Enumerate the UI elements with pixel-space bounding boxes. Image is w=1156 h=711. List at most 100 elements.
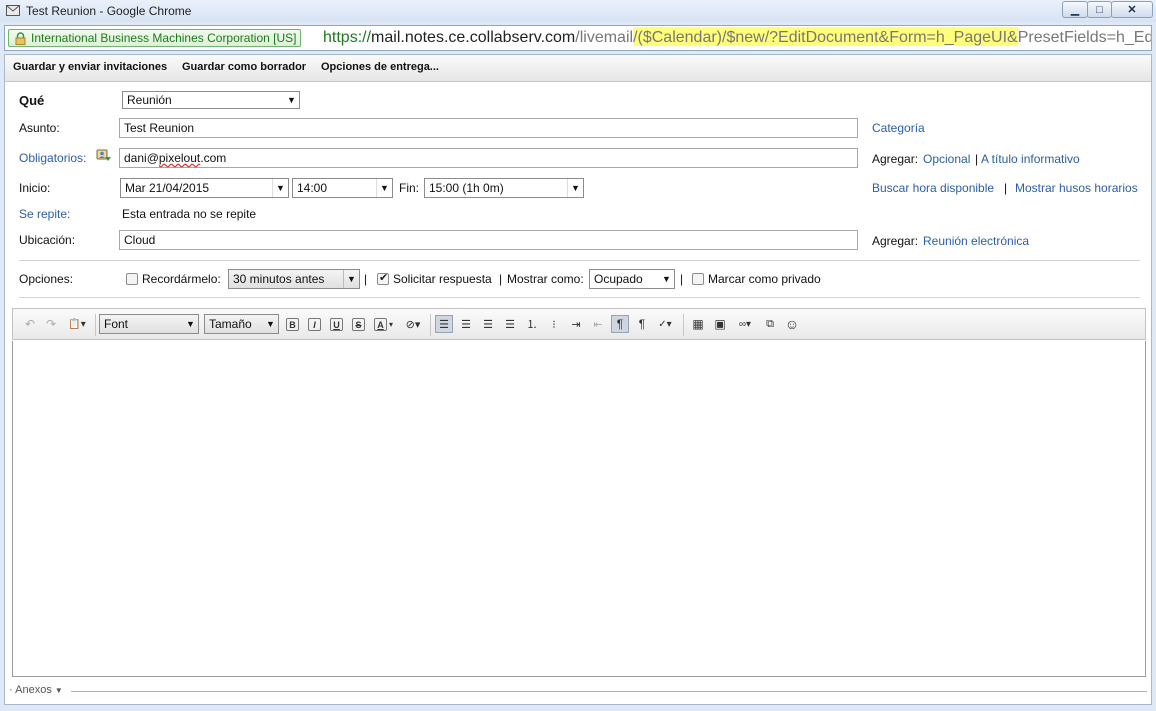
italic-icon[interactable]: I bbox=[308, 318, 321, 331]
close-button[interactable]: ✕ bbox=[1111, 1, 1153, 18]
location-label: Ubicación: bbox=[19, 233, 76, 247]
url-path: /livemail bbox=[575, 29, 634, 46]
font-size-select[interactable]: Tamaño ▼ bbox=[204, 314, 279, 334]
optional-attendees-link[interactable]: Opcional bbox=[923, 152, 970, 166]
calendar-entry-page: Guardar y enviar invitaciones Guardar co… bbox=[4, 54, 1152, 705]
rtl-paragraph-icon[interactable]: ¶ bbox=[633, 315, 651, 333]
bulleted-list-icon[interactable]: ⁝ bbox=[545, 315, 563, 333]
reminder-checkbox[interactable] bbox=[126, 273, 138, 285]
required-attendees-link[interactable]: Obligatorios: bbox=[19, 151, 86, 165]
font-value: Font bbox=[104, 317, 129, 331]
font-select[interactable]: Font ▼ bbox=[99, 314, 199, 334]
font-color-icon[interactable]: A bbox=[374, 318, 387, 331]
request-response-checkbox[interactable]: ✔ bbox=[377, 272, 389, 285]
window-title-bar: Test Reunion - Google Chrome ▁ □ ✕ bbox=[0, 0, 1156, 22]
window-title: Test Reunion - Google Chrome bbox=[26, 4, 192, 18]
asunto-label: Asunto: bbox=[19, 121, 60, 135]
url-host: mail.notes.ce.collabserv.com bbox=[371, 29, 576, 46]
attendee-tld: .com bbox=[200, 151, 227, 165]
que-label: Qué bbox=[19, 93, 45, 108]
outdent-icon[interactable]: ⇤ bbox=[589, 315, 607, 333]
end-time-select[interactable]: 15:00 (1h 0m) ▼ bbox=[424, 178, 584, 198]
copy-format-icon[interactable]: ⧉ bbox=[761, 315, 779, 333]
toolbar-separator bbox=[430, 314, 431, 336]
attendee-user: dani bbox=[124, 151, 147, 165]
undo-icon[interactable]: ↶ bbox=[21, 315, 39, 333]
start-date-select[interactable]: Mar 21/04/2015 ▼ bbox=[120, 178, 289, 198]
entry-type-select[interactable]: Reunión ▼ bbox=[122, 91, 300, 109]
start-time-value: 14:00 bbox=[297, 181, 328, 195]
strikethrough-icon[interactable]: S bbox=[352, 318, 365, 331]
start-label: Inicio: bbox=[19, 181, 51, 195]
add-label: Agregar: bbox=[872, 152, 919, 166]
underline-icon[interactable]: U bbox=[330, 318, 343, 331]
emoticon-icon[interactable]: ☺ bbox=[783, 315, 801, 333]
url-scheme: https:// bbox=[323, 29, 372, 46]
divider bbox=[19, 297, 1140, 298]
maximize-button[interactable]: □ bbox=[1087, 1, 1112, 18]
separator: | bbox=[680, 272, 684, 286]
table-icon[interactable]: ▦ bbox=[689, 315, 707, 333]
start-date-value: Mar 21/04/2015 bbox=[125, 181, 210, 195]
add-label: Agregar: bbox=[872, 234, 919, 248]
subject-input[interactable]: Test Reunion bbox=[119, 118, 858, 138]
align-left-icon[interactable]: ☰ bbox=[435, 315, 453, 333]
chevron-down-icon: ▼ bbox=[567, 179, 583, 197]
repeat-link[interactable]: Se repite: bbox=[19, 207, 70, 221]
attachments-divider bbox=[71, 691, 1147, 692]
start-time-select[interactable]: 14:00 ▼ bbox=[292, 178, 393, 198]
font-size-value: Tamaño bbox=[209, 317, 252, 331]
reminder-time-value: 30 minutos antes bbox=[233, 272, 325, 286]
envelope-icon bbox=[6, 5, 20, 16]
separator: | bbox=[499, 272, 503, 286]
minimize-button[interactable]: ▁ bbox=[1062, 1, 1088, 18]
save-draft-button[interactable]: Guardar como borrador bbox=[182, 61, 306, 73]
separator: | bbox=[975, 152, 979, 166]
url-text[interactable]: https://mail.notes.ce.collabserv.com/liv… bbox=[323, 29, 1152, 47]
justify-icon[interactable]: ☰ bbox=[501, 315, 519, 333]
align-center-icon[interactable]: ☰ bbox=[457, 315, 475, 333]
divider bbox=[19, 260, 1140, 261]
find-available-time-link[interactable]: Buscar hora disponible bbox=[872, 181, 994, 195]
category-link[interactable]: Categoría bbox=[872, 121, 925, 135]
message-body-editor[interactable] bbox=[12, 341, 1146, 677]
align-right-icon[interactable]: ☰ bbox=[479, 315, 497, 333]
options-label: Opciones: bbox=[19, 272, 74, 286]
paste-menu-icon[interactable]: 📋▾ bbox=[65, 315, 89, 333]
save-send-invitations-button[interactable]: Guardar y enviar invitaciones bbox=[13, 61, 167, 73]
delivery-options-button[interactable]: Opciones de entrega... bbox=[321, 61, 439, 73]
chevron-down-icon: ▼ bbox=[54, 686, 63, 695]
redo-icon[interactable]: ↷ bbox=[42, 315, 60, 333]
address-bar[interactable]: International Business Machines Corporat… bbox=[4, 25, 1152, 51]
chevron-down-icon: ▼ bbox=[343, 270, 359, 288]
attendee-at: @ bbox=[146, 151, 159, 165]
reminder-time-select[interactable]: 30 minutos antes ▼ bbox=[228, 269, 360, 289]
attachments-toggle[interactable]: · Anexos ▼ bbox=[9, 684, 63, 696]
url-path-rest: PresetFields=h_Edi bbox=[1017, 29, 1152, 46]
indent-icon[interactable]: ⇥ bbox=[567, 315, 585, 333]
chevron-down-icon[interactable]: ▾ bbox=[387, 315, 395, 333]
toolbar-separator bbox=[683, 314, 684, 336]
online-meeting-link[interactable]: Reunión electrónica bbox=[923, 234, 1029, 248]
show-time-zones-link[interactable]: Mostrar husos horarios bbox=[1015, 181, 1138, 195]
chevron-down-icon: ▼ bbox=[186, 319, 195, 329]
location-input[interactable]: Cloud bbox=[119, 230, 858, 250]
end-time-value: 15:00 (1h 0m) bbox=[429, 181, 504, 195]
fyi-attendees-link[interactable]: A título informativo bbox=[981, 152, 1080, 166]
show-as-value: Ocupado bbox=[594, 272, 643, 286]
chevron-down-icon: ▼ bbox=[266, 319, 275, 329]
show-as-select[interactable]: Ocupado ▼ bbox=[589, 269, 675, 289]
numbered-list-icon[interactable]: ⒈ bbox=[523, 315, 541, 333]
ev-certificate-badge[interactable]: International Business Machines Corporat… bbox=[8, 29, 302, 47]
mark-private-checkbox[interactable] bbox=[692, 273, 704, 285]
spellcheck-icon[interactable]: ✓▾ bbox=[653, 315, 677, 333]
address-book-icon[interactable] bbox=[96, 149, 112, 163]
image-icon[interactable]: ▣ bbox=[711, 315, 729, 333]
ev-organization: International Business Machines Corporat… bbox=[31, 31, 297, 45]
highlight-color-icon[interactable]: ⊘▾ bbox=[401, 315, 425, 333]
ltr-paragraph-icon[interactable]: ¶ bbox=[611, 315, 629, 333]
required-attendees-input[interactable]: dani@pixelout.com bbox=[119, 148, 858, 168]
link-icon[interactable]: ∞▾ bbox=[733, 315, 757, 333]
url-path-highlighted: /($Calendar)/$new/?EditDocument&Form=h_P… bbox=[633, 29, 1018, 46]
bold-icon[interactable]: B bbox=[286, 318, 299, 331]
